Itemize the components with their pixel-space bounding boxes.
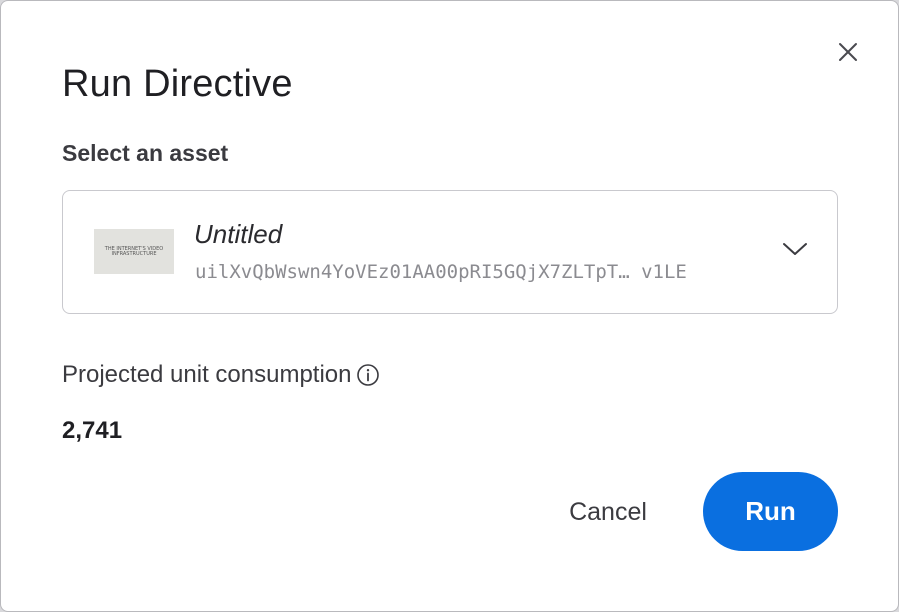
asset-name: Untitled — [194, 219, 283, 249]
close-button[interactable] — [834, 38, 862, 66]
chevron-down-icon — [783, 243, 807, 255]
run-button[interactable]: Run — [703, 472, 838, 551]
run-directive-dialog: Run Directive Select an asset THE INTERN… — [0, 0, 899, 612]
asset-thumbnail: THE INTERNET'S VIDEO INFRASTRUCTURE — [94, 229, 174, 274]
projected-consumption-label: Projected unit consumption — [62, 361, 380, 389]
cancel-button[interactable]: Cancel — [549, 487, 667, 537]
asset-select[interactable]: THE INTERNET'S VIDEO INFRASTRUCTURE Unti… — [62, 190, 838, 314]
close-icon — [839, 43, 857, 61]
projected-consumption-text: Projected unit consumption — [62, 361, 352, 388]
projected-consumption-value: 2,741 — [62, 417, 123, 444]
asset-thumbnail-text: THE INTERNET'S VIDEO INFRASTRUCTURE — [104, 245, 164, 257]
asset-id: uilXvQbWswn4YoVEz01AA00pRI5GQjX7ZLTpT… v… — [195, 261, 687, 283]
select-asset-label: Select an asset — [62, 140, 229, 166]
info-icon[interactable] — [356, 363, 380, 387]
dialog-title: Run Directive — [62, 63, 293, 105]
